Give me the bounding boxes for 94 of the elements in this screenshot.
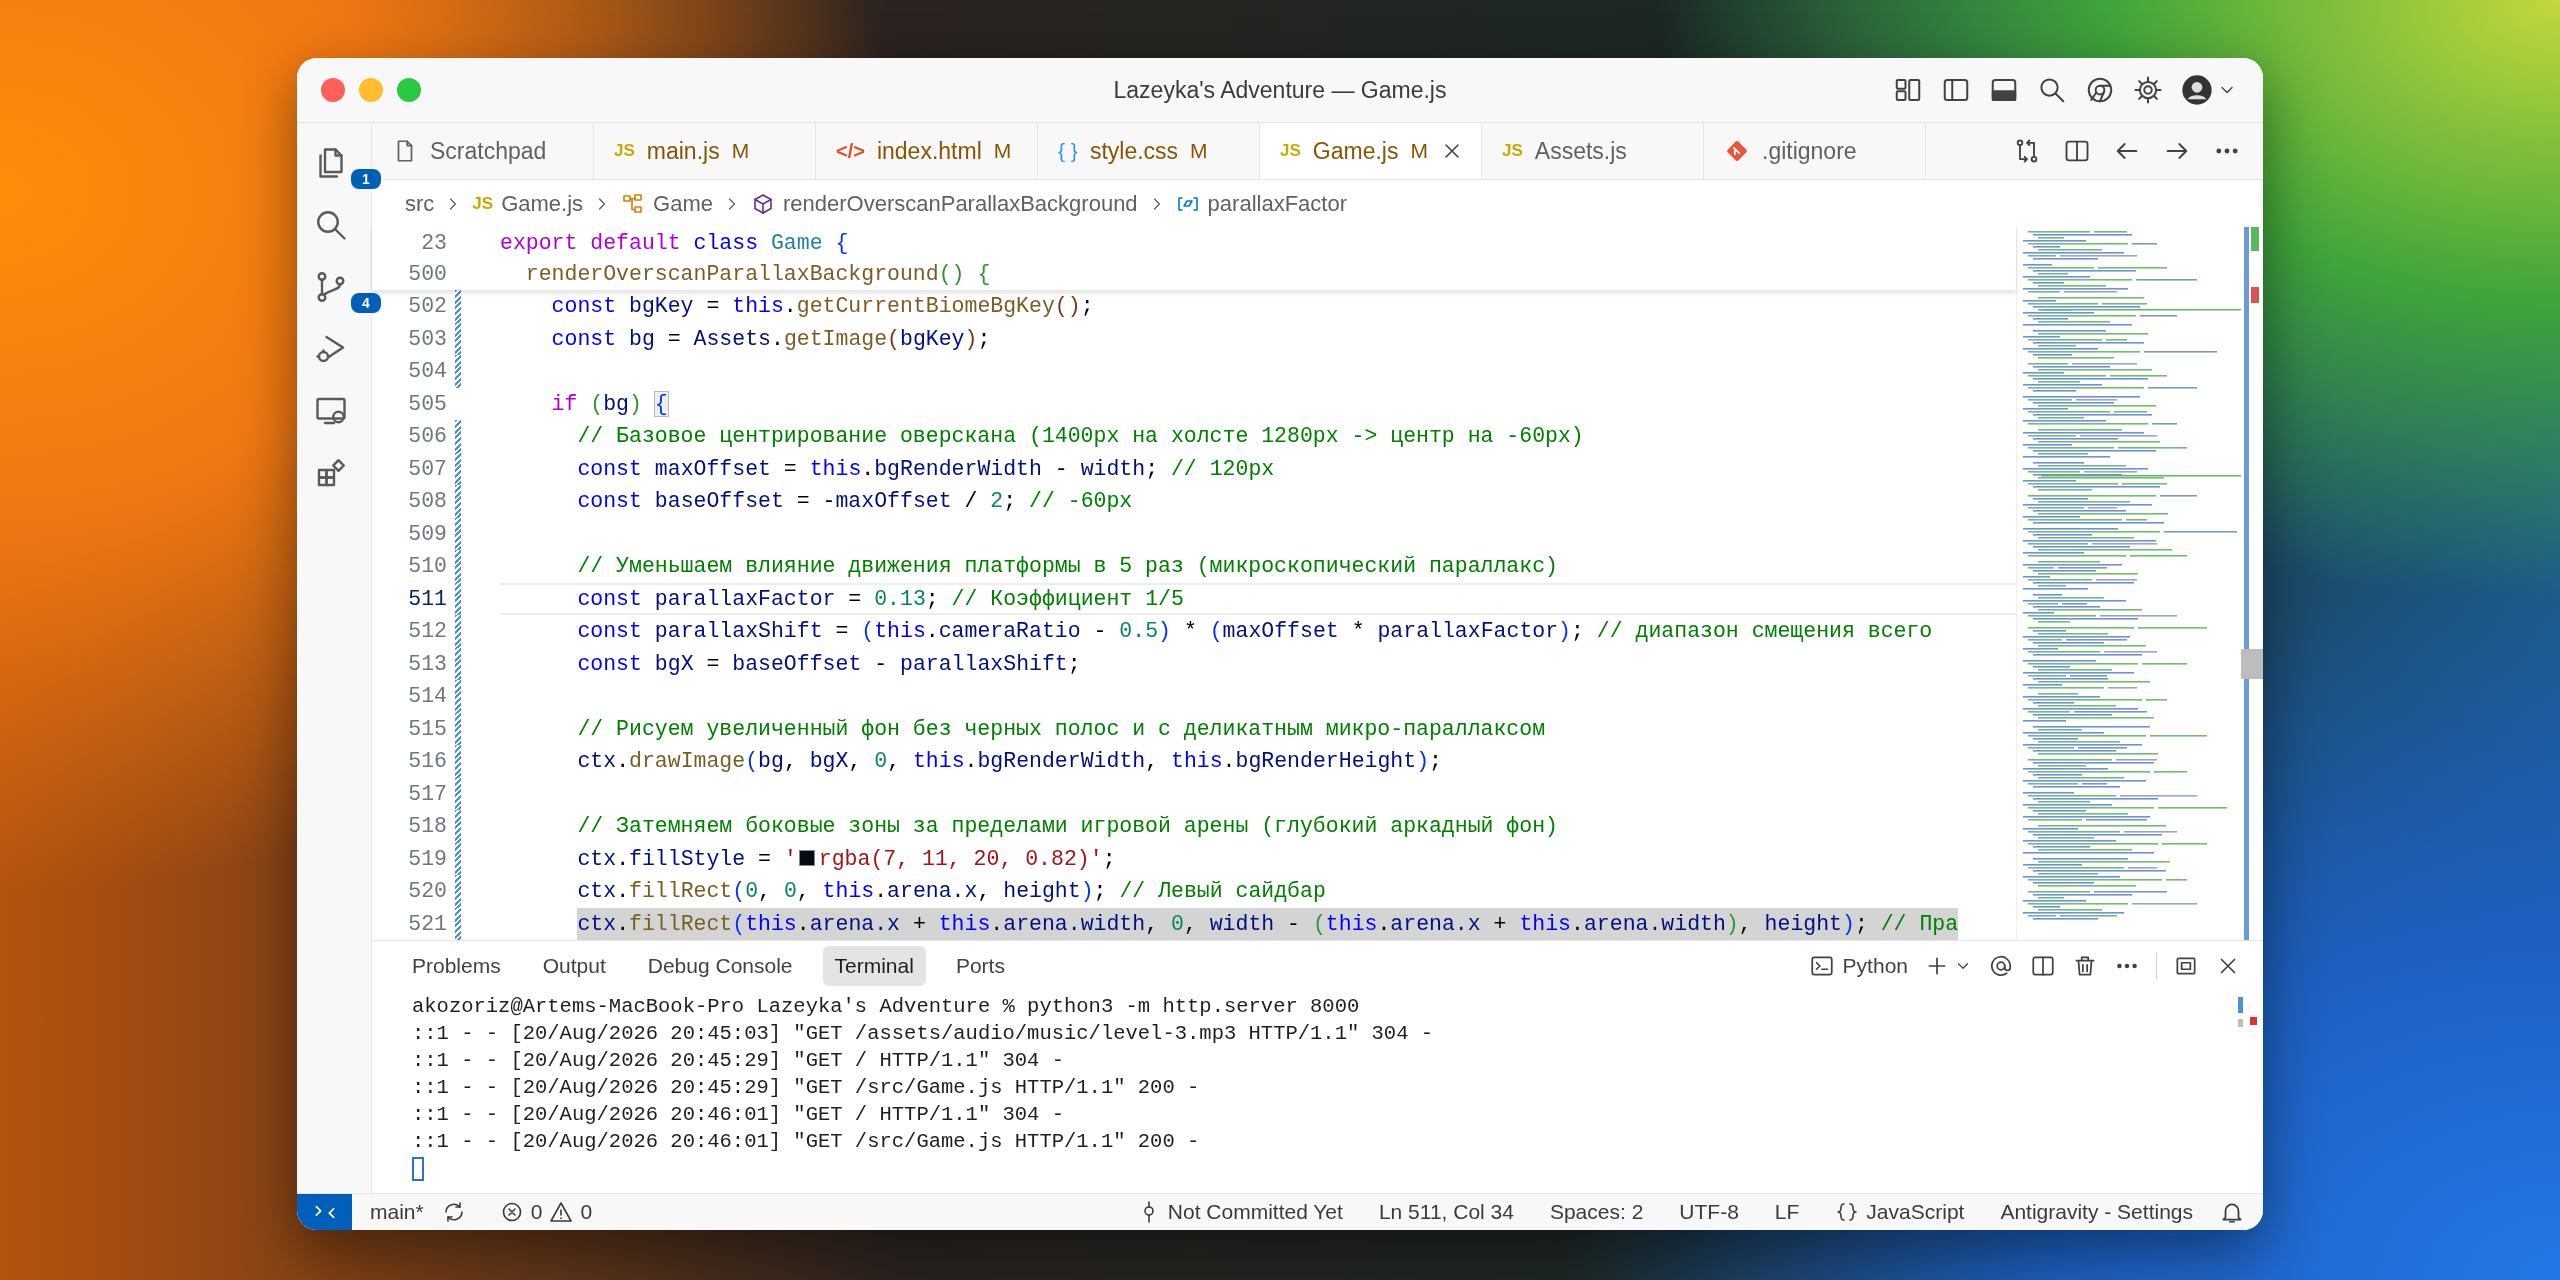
code-line: const parallaxShift = (this.cameraRatio - 0.5) * (maxOffset * parallaxFactor); // диапазон смещения всего bbox=[577, 618, 1933, 646]
line-number: 514 bbox=[407, 683, 447, 711]
trash-icon[interactable] bbox=[2072, 953, 2098, 979]
code-line: const parallaxFactor = 0.13; // Коэффициент 1/5 bbox=[577, 585, 1184, 613]
panel-tab[interactable]: Output bbox=[530, 946, 618, 986]
window-title: Lazeyka's Adventure — Game.js bbox=[1113, 75, 1447, 105]
line-number: 519 bbox=[407, 845, 447, 873]
line-number: 502 bbox=[407, 293, 447, 321]
panel-tab[interactable]: Problems bbox=[400, 946, 513, 986]
code-line: const maxOffset = this.bgRenderWidth - width; // 120px bbox=[577, 455, 1275, 483]
line-number: 507 bbox=[407, 455, 447, 483]
code-line: if (bg) { bbox=[551, 390, 668, 418]
code-line: // Затемняем боковые зоны за пределами игровой арены (глубокий аркадный фон) bbox=[577, 813, 1558, 841]
settings-icon[interactable] bbox=[2133, 75, 2163, 105]
breadcrumb-item[interactable]: renderOverscanParallaxBackground bbox=[750, 187, 1138, 220]
code-line: // Рисуем увеличенный фон без черных полос и с деликатным микро-параллаксом bbox=[577, 715, 1546, 743]
terminal-line: ::1 - - [20/Aug/2026 20:45:29] "GET /src/Game.js HTTP/1.1" 200 - bbox=[412, 1075, 1201, 1101]
line-number: 505 bbox=[407, 390, 447, 418]
line-number: 512 bbox=[407, 618, 447, 646]
breadcrumb-item[interactable]: parallaxFactor bbox=[1175, 187, 1347, 220]
js-file-icon: JS bbox=[614, 138, 635, 164]
status-item[interactable]: JavaScript bbox=[1825, 1196, 1975, 1228]
terminal-icon bbox=[1808, 953, 1835, 979]
line-number: 500 bbox=[407, 261, 447, 289]
line-number: 521 bbox=[407, 910, 447, 938]
avatar-icon[interactable] bbox=[2181, 74, 2213, 106]
line-number: 506 bbox=[407, 423, 447, 451]
remote-button[interactable] bbox=[297, 1194, 352, 1230]
breadcrumb-item[interactable]: JS Game.js bbox=[472, 187, 584, 220]
panel-tab[interactable]: Debug Console bbox=[635, 946, 805, 986]
code-line: const baseOffset = -maxOffset / 2; // -60px bbox=[577, 488, 1133, 516]
code-line: // Уменьшаем влияние движения платформы в 5 раз (микроскопический параллакс) bbox=[577, 553, 1558, 581]
code-line: renderOverscanParallaxBackground() { bbox=[525, 261, 991, 289]
line-number: 510 bbox=[407, 553, 447, 581]
code-line: export default class Game { bbox=[500, 229, 849, 257]
terminal-line: ::1 - - [20/Aug/2026 20:45:03] "GET /assets/audio/music/level-3.mp3 HTTP/1.1" 304 - bbox=[412, 1021, 1435, 1047]
split-terminal-icon[interactable] bbox=[2030, 953, 2056, 979]
terminal-profile-button[interactable]: Python bbox=[1808, 950, 1908, 982]
code-line: const bg = Assets.getImage(bgKey); bbox=[551, 325, 991, 353]
terminal-line: akozoriz@Artems-MacBook-Pro Lazeyka's Adventure % python3 -m http.server 8000 bbox=[412, 994, 1361, 1020]
js-file-icon: JS bbox=[1280, 138, 1301, 164]
js-file-icon: JS bbox=[472, 190, 494, 217]
breadcrumb-item[interactable]: Game bbox=[621, 187, 713, 220]
close-window-button[interactable] bbox=[321, 78, 345, 102]
line-number: 516 bbox=[407, 748, 447, 776]
code-line: ctx.drawImage(bg, bgX, 0, this.bgRenderWidth, this.bgRenderHeight); bbox=[577, 748, 1442, 776]
status-item[interactable]: UTF-8 bbox=[1669, 1196, 1749, 1228]
terminal-line: ::1 - - [20/Aug/2026 20:45:29] "GET / HTTP/1.1" 304 - bbox=[412, 1048, 1065, 1074]
color-swatch[interactable] bbox=[798, 849, 815, 866]
panel-tab[interactable]: Terminal bbox=[822, 946, 926, 986]
code-line: const bgKey = this.getCurrentBiomeBgKey(); bbox=[551, 293, 1094, 321]
branch-status[interactable]: main* bbox=[360, 1196, 434, 1228]
line-number: 508 bbox=[407, 488, 447, 516]
breadcrumb-item[interactable]: src bbox=[405, 187, 435, 220]
line-number: 503 bbox=[407, 325, 447, 353]
line-number: 513 bbox=[407, 650, 447, 678]
modified-indicator: M bbox=[993, 138, 1012, 165]
at-sign-icon[interactable] bbox=[1988, 953, 2014, 979]
browser-icon[interactable] bbox=[2085, 75, 2115, 105]
editor-tab[interactable]: JS Game.js M bbox=[1260, 123, 1482, 179]
search-icon[interactable] bbox=[2037, 75, 2067, 105]
warning-icon bbox=[549, 1200, 574, 1224]
scrollbar-drawing[interactable] bbox=[2241, 227, 2263, 940]
css-file-icon: { } bbox=[1058, 135, 1078, 167]
braces-icon bbox=[1835, 1200, 1860, 1224]
status-item[interactable]: Antigravity - Settings bbox=[1990, 1196, 2203, 1228]
status-item[interactable]: Ln 511, Col 34 bbox=[1368, 1196, 1524, 1228]
line-number: 509 bbox=[407, 520, 447, 548]
notification-badge: 4 bbox=[349, 291, 383, 315]
terminal-line: ::1 - - [20/Aug/2026 20:46:01] "GET / HTTP/1.1" 304 - bbox=[412, 1102, 1065, 1128]
terminal-line: ::1 - - [20/Aug/2026 20:46:01] "GET /src/Game.js HTTP/1.1" 200 - bbox=[412, 1129, 1201, 1155]
panel-tab[interactable]: Ports bbox=[943, 946, 1017, 986]
line-number: 517 bbox=[407, 780, 447, 808]
code-line: // Базовое центрирование оверскана (1400px на холсте 1280px -> центр на -60px) bbox=[577, 423, 1584, 451]
status-item[interactable]: Not Committed Yet bbox=[1126, 1196, 1353, 1228]
notification-badge: 1 bbox=[349, 167, 383, 191]
line-number: 23 bbox=[420, 229, 447, 257]
line-number: 518 bbox=[407, 813, 447, 841]
code-line: ctx.fillRect(0, 0, this.arena.x, height); // Левый сайдбар bbox=[577, 878, 1326, 906]
code-line: ctx.fillStyle = ' rgba(7, 11, 20, 0.82)'; bbox=[577, 845, 1116, 873]
line-number: 511 bbox=[407, 585, 447, 613]
line-number: 520 bbox=[407, 878, 447, 906]
status-item[interactable]: Spaces: 2 bbox=[1539, 1196, 1654, 1228]
code-line: const bgX = baseOffset - parallaxShift; bbox=[577, 650, 1081, 678]
modified-indicator: M bbox=[731, 138, 750, 165]
line-number: 515 bbox=[407, 715, 447, 743]
terminal-scrollbar-drawing bbox=[2238, 997, 2257, 1027]
problems-status[interactable]: 0 0 bbox=[489, 1196, 603, 1228]
html-file-icon: </> bbox=[836, 136, 865, 166]
js-file-icon: JS bbox=[1502, 138, 1523, 164]
modified-indicator: M bbox=[1190, 138, 1208, 165]
line-number: 504 bbox=[407, 358, 447, 386]
modified-indicator: M bbox=[1410, 138, 1428, 165]
status-item[interactable]: LF bbox=[1764, 1196, 1810, 1228]
